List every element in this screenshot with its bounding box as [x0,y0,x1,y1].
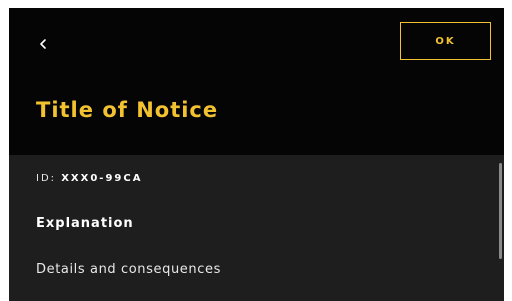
notice-body: ID: XXX0-99CA Explanation Details and co… [9,155,504,301]
page-title: Title of Notice [36,98,219,122]
chevron-left-icon [38,35,48,54]
scrollbar-thumb[interactable] [499,163,502,259]
ok-button[interactable]: OK [400,22,491,60]
details-text: Details and consequences [36,262,221,277]
notice-screen: OK Title of Notice ID: XXX0-99CA Explana… [9,8,504,301]
explanation-heading: Explanation [36,216,134,231]
scrollbar[interactable] [498,155,504,301]
back-button[interactable] [31,32,55,56]
notice-id-value: XXX0-99CA [61,173,143,184]
notice-header: OK Title of Notice [9,8,504,155]
notice-id-label: ID: [36,173,57,184]
notice-id: ID: XXX0-99CA [36,173,142,184]
